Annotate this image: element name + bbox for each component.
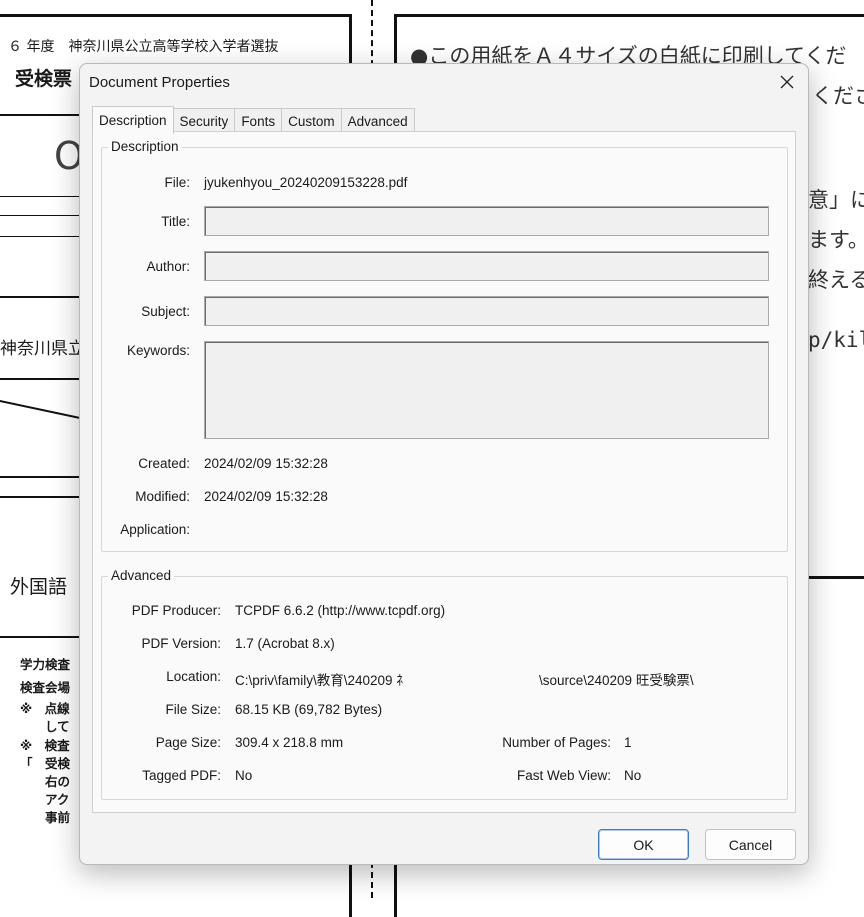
dialog-titlebar[interactable]: Document Properties (80, 64, 808, 100)
pdf-producer-value: TCPDF 6.6.2 (http://www.tcpdf.org) (235, 603, 446, 618)
modified-label: Modified: (135, 489, 190, 504)
subject-name: 外国語 (10, 576, 68, 598)
location-value-start: C:\priv\family\教育\240209 ﾈ (235, 673, 404, 688)
note-line: 「 受検 (20, 756, 71, 771)
description-group: Description File: jyukenhyou_20240209153… (101, 139, 788, 552)
advanced-group-label: Advanced (108, 568, 175, 583)
note-line: して (20, 719, 70, 734)
number-of-pages-value: 1 (624, 735, 632, 750)
file-label: File: (164, 175, 190, 190)
fast-web-view-value: No (624, 768, 642, 783)
tab-advanced[interactable]: Advanced (340, 108, 415, 133)
instruction-line: 終える (808, 268, 864, 292)
tagged-pdf-label: Tagged PDF: (142, 768, 221, 783)
tagged-pdf-value: No (235, 768, 253, 783)
note-line: 学力検査 (20, 657, 71, 672)
dialog-title: Document Properties (89, 74, 230, 91)
prefecture-school: 神奈川県立 (0, 339, 85, 359)
title-label: Title: (161, 214, 190, 229)
author-label: Author: (146, 259, 190, 274)
tab-strip: Description Security Fonts Custom Advanc… (92, 106, 415, 134)
note-line: ※ 点線 (20, 701, 70, 716)
close-button[interactable] (772, 68, 802, 96)
instruction-line: ます。 (808, 228, 864, 252)
number-of-pages-label: Number of Pages: (502, 735, 611, 750)
tab-fonts[interactable]: Fonts (234, 108, 283, 133)
file-value: jyukenhyou_20240209153228.pdf (204, 175, 408, 190)
created-label: Created: (138, 456, 190, 471)
fast-web-view-label: Fast Web View: (516, 768, 611, 783)
keywords-label: Keywords: (126, 343, 190, 358)
note-line: アク (20, 792, 70, 807)
note-line: ※ 検査 (20, 738, 70, 753)
instruction-line: 意」に (808, 188, 864, 212)
advanced-group: Advanced PDF Producer: TCPDF 6.6.2 (http… (101, 568, 788, 800)
page-size-value: 309.4 x 218.8 mm (235, 735, 344, 750)
description-group-label: Description (108, 139, 182, 154)
pdf-version-value: 1.7 (Acrobat 8.x) (235, 636, 335, 651)
close-icon (780, 75, 794, 89)
note-line: 右の (20, 774, 71, 789)
page-size-label: Page Size: (155, 735, 221, 750)
ok-button[interactable]: OK (598, 829, 689, 860)
file-size-label: File Size: (165, 702, 221, 717)
note-line: 事前 (20, 810, 71, 825)
file-size-value: 68.15 KB (69,782 Bytes) (235, 702, 383, 717)
location-value-end: \source\240209 旺受験票\ (539, 673, 694, 688)
tab-custom[interactable]: Custom (281, 108, 342, 133)
exam-year-line: ６ 年度 神奈川県公立高等学校入学者選抜 (8, 39, 279, 55)
subject-label: Subject: (141, 304, 190, 319)
instruction-url: p/kil (808, 328, 864, 352)
instruction-line: くださ (812, 84, 864, 108)
created-value: 2024/02/09 15:32:28 (204, 456, 328, 471)
application-label: Application: (120, 522, 190, 537)
subject-field[interactable] (204, 296, 769, 326)
tab-security[interactable]: Security (172, 108, 236, 133)
tab-description[interactable]: Description (92, 106, 174, 134)
modified-value: 2024/02/09 15:32:28 (204, 489, 328, 504)
description-tab-panel: Description File: jyukenhyou_20240209153… (92, 131, 796, 813)
exam-ticket-heading: 受検票 (15, 68, 73, 90)
author-field[interactable] (204, 251, 769, 281)
location-label: Location: (166, 669, 221, 684)
title-field[interactable] (204, 206, 769, 236)
pdf-producer-label: PDF Producer: (131, 603, 221, 618)
pdf-version-label: PDF Version: (141, 636, 221, 651)
note-line: 検査会場 (20, 680, 71, 695)
keywords-field[interactable] (204, 341, 769, 439)
document-properties-dialog: Document Properties Description Security… (79, 63, 809, 865)
cancel-button[interactable]: Cancel (705, 829, 796, 860)
